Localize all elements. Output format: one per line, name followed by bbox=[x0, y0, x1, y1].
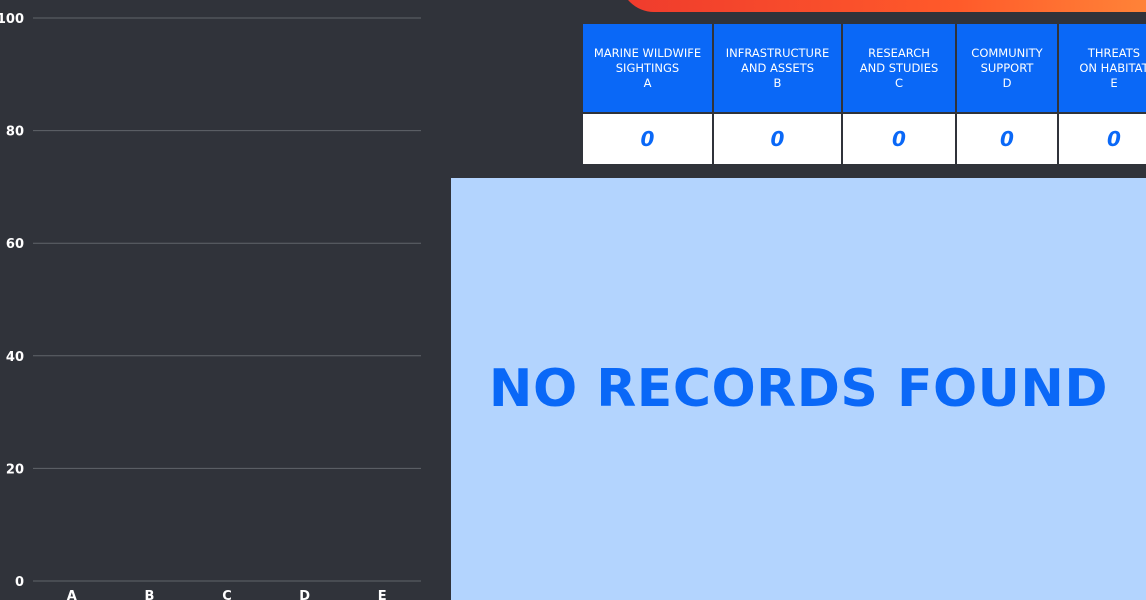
column-title-line-1: INFRASTRUCTURE bbox=[725, 45, 830, 60]
column-title-line-2: ON HABITAT bbox=[1079, 60, 1146, 75]
y-tick-label: 40 bbox=[6, 350, 24, 365]
column-title-line-2: AND STUDIES bbox=[859, 60, 939, 75]
column-header-c: RESEARCH AND STUDIES C bbox=[843, 24, 955, 112]
top-banner bbox=[620, 0, 1146, 12]
no-records-panel: NO RECORDS FOUND bbox=[451, 178, 1146, 600]
column-header-e: THREATS ON HABITAT E bbox=[1059, 24, 1146, 112]
column-count-e: 0 bbox=[1059, 114, 1146, 164]
x-tick-label: E bbox=[378, 589, 387, 600]
column-title-line-1: THREATS bbox=[1087, 45, 1141, 60]
column-header-d: COMMUNITY SUPPORT D bbox=[957, 24, 1057, 112]
no-records-message: NO RECORDS FOUND bbox=[488, 359, 1109, 419]
column-header-a: MARINE WILDWIFE SIGHTINGS A bbox=[583, 24, 712, 112]
column-title-line-2: AND ASSETS bbox=[740, 60, 815, 75]
summary-column-d: COMMUNITY SUPPORT D 0 bbox=[957, 24, 1057, 166]
summary-column-a: MARINE WILDWIFE SIGHTINGS A 0 bbox=[583, 24, 712, 166]
summary-column-b: INFRASTRUCTURE AND ASSETS B 0 bbox=[714, 24, 841, 166]
category-summary-table: MARINE WILDWIFE SIGHTINGS A 0 INFRASTRUC… bbox=[583, 24, 1146, 166]
x-tick-label: B bbox=[144, 589, 154, 600]
y-tick-label: 60 bbox=[6, 237, 24, 252]
column-title-line-2: SIGHTINGS bbox=[615, 60, 680, 75]
bar-chart: 0 20 40 60 80 100 A B C D E bbox=[0, 12, 421, 600]
column-count-b: 0 bbox=[714, 114, 841, 164]
column-code: E bbox=[1110, 75, 1118, 90]
summary-column-c: RESEARCH AND STUDIES C 0 bbox=[843, 24, 955, 166]
column-title-line-1: RESEARCH bbox=[868, 45, 930, 60]
column-count-c: 0 bbox=[843, 114, 955, 164]
column-code: A bbox=[643, 75, 652, 90]
column-code: C bbox=[894, 75, 904, 90]
column-title-line-1: MARINE WILDWIFE bbox=[593, 45, 702, 60]
column-title-line-1: COMMUNITY bbox=[971, 45, 1043, 60]
x-tick-label: A bbox=[67, 589, 77, 600]
y-tick-label: 80 bbox=[6, 125, 24, 140]
column-code: B bbox=[773, 75, 782, 90]
x-tick-label: D bbox=[299, 589, 310, 600]
y-tick-label: 20 bbox=[6, 462, 24, 477]
column-code: D bbox=[1002, 75, 1012, 90]
column-count-a: 0 bbox=[583, 114, 712, 164]
column-title-line-2: SUPPORT bbox=[980, 60, 1034, 75]
y-tick-label: 100 bbox=[0, 12, 24, 27]
summary-column-e: THREATS ON HABITAT E 0 bbox=[1059, 24, 1146, 166]
y-tick-label: 0 bbox=[15, 575, 24, 590]
column-count-d: 0 bbox=[957, 114, 1057, 164]
column-header-b: INFRASTRUCTURE AND ASSETS B bbox=[714, 24, 841, 112]
x-tick-label: C bbox=[222, 589, 232, 600]
